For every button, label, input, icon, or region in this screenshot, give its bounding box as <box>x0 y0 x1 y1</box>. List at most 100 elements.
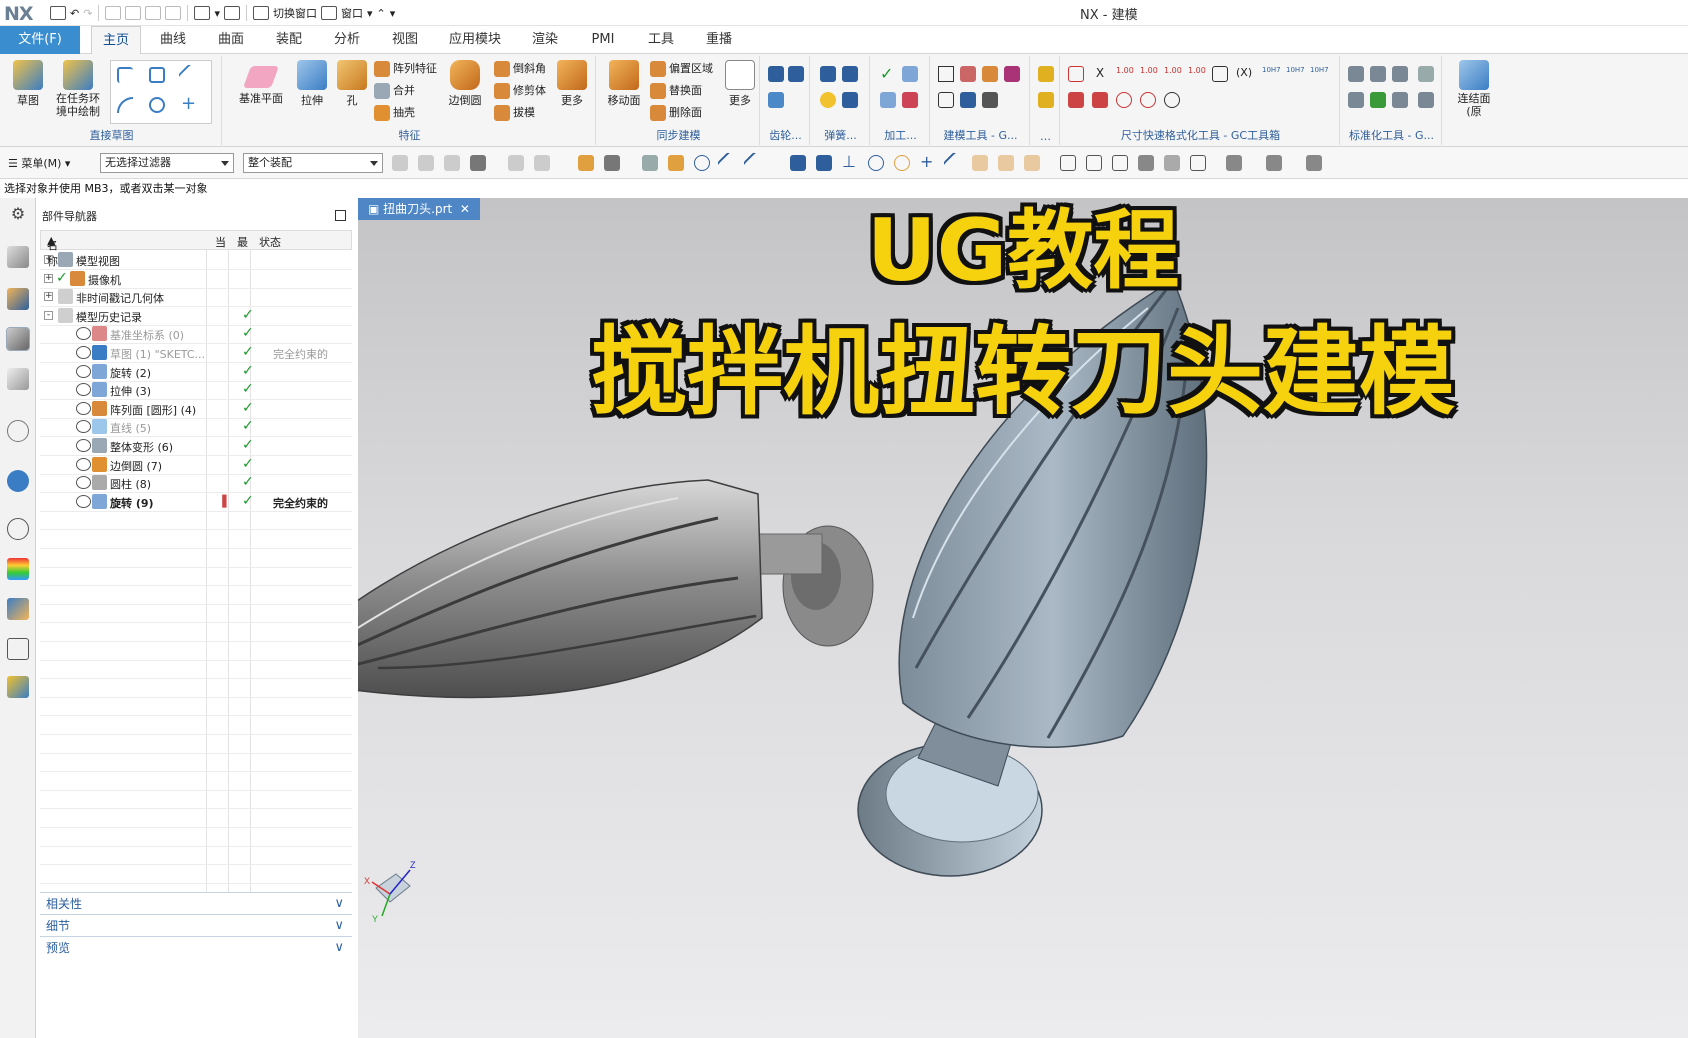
tab-application[interactable]: 应用模块 <box>440 26 510 54</box>
snap-icon[interactable] <box>894 155 910 171</box>
collapse-icon[interactable]: - <box>44 310 53 320</box>
redo-icon[interactable]: ↷ <box>83 7 92 20</box>
snap-icon[interactable] <box>694 155 710 171</box>
collapse-icon[interactable]: ⌃ <box>377 7 386 20</box>
diameter-icon[interactable] <box>1140 92 1156 108</box>
paren-x-icon[interactable]: (X) <box>1236 66 1252 82</box>
tree-row[interactable]: 草图 (1) "SKETC... ✓ 完全约束的 <box>40 343 352 363</box>
triangle-icon[interactable] <box>938 66 954 82</box>
undo-icon[interactable]: ↶ <box>70 7 79 20</box>
tab-replay[interactable]: 重播 <box>696 26 742 54</box>
switch-window-icon[interactable] <box>252 6 269 20</box>
close-icon[interactable]: X <box>1092 66 1108 82</box>
std-tool-icon[interactable] <box>1392 92 1408 108</box>
check-icon[interactable]: ✓ <box>56 270 68 286</box>
datum-plane-button[interactable]: 基准平面 <box>234 60 288 106</box>
tree-row[interactable]: 直线 (5) ✓ <box>40 417 352 438</box>
system-materials-icon[interactable] <box>7 558 29 580</box>
customize-icon[interactable]: ▾ <box>390 7 396 20</box>
hole-button[interactable]: 孔 <box>334 60 370 108</box>
view-icon[interactable] <box>1190 155 1206 171</box>
maximize-icon[interactable] <box>335 210 346 221</box>
snap-icon[interactable] <box>668 155 684 171</box>
snap-icon[interactable] <box>942 151 966 175</box>
gear-tool-icon[interactable] <box>768 92 784 108</box>
std-tool-icon[interactable] <box>1418 66 1434 82</box>
column-latest[interactable]: 最 <box>237 234 248 250</box>
tool-icon[interactable] <box>982 66 998 82</box>
gear-tool-icon[interactable] <box>788 66 804 82</box>
fit-icon[interactable]: 10H7 <box>1310 66 1329 82</box>
snap-icon[interactable]: ⊥ <box>842 154 858 171</box>
shell-button[interactable]: 抽壳 <box>374 104 415 121</box>
machining-icon[interactable] <box>902 92 918 108</box>
view-icon[interactable] <box>1138 155 1154 171</box>
select-icon[interactable] <box>604 155 620 171</box>
std-tool-icon[interactable] <box>1392 66 1408 82</box>
grey-blade-model[interactable] <box>358 479 874 699</box>
visibility-eye-icon[interactable] <box>76 420 91 434</box>
visibility-eye-icon[interactable] <box>76 346 91 359</box>
select-icon[interactable] <box>508 155 524 171</box>
std-tool-icon[interactable] <box>1370 66 1386 82</box>
expand-icon[interactable]: + <box>44 292 53 302</box>
diameter-icon[interactable] <box>1116 92 1132 108</box>
draft-button[interactable]: 拔模 <box>494 104 535 121</box>
paste-icon[interactable] <box>145 6 162 20</box>
view-icon[interactable] <box>1306 155 1322 171</box>
tree-row[interactable]: - 模型历史记录 ✓ <box>40 306 352 326</box>
sketch-in-task-button[interactable]: 在任务环 境中绘制 <box>50 60 106 118</box>
refresh-icon[interactable] <box>1164 92 1180 108</box>
tool-icon[interactable] <box>938 92 954 108</box>
tree-row[interactable]: 旋转 (2) ✓ <box>40 362 352 382</box>
window-icon[interactable] <box>320 6 337 20</box>
std-tool-icon[interactable] <box>1348 92 1364 108</box>
feature-more-button[interactable]: 更多 <box>554 60 590 108</box>
visibility-eye-icon[interactable] <box>76 476 91 490</box>
visibility-eye-icon[interactable] <box>76 327 91 341</box>
sync-more-button[interactable]: 更多 <box>724 60 756 108</box>
tree-row[interactable]: 基准坐标系 (0) ✓ <box>40 324 352 345</box>
spring-icon[interactable] <box>820 66 836 82</box>
delete-face-button[interactable]: 删除面 <box>650 104 702 121</box>
select-icon[interactable] <box>392 155 408 171</box>
select-icon[interactable] <box>578 155 594 171</box>
profile-icon[interactable] <box>117 67 133 83</box>
tab-render[interactable]: 渲染 <box>522 26 568 54</box>
arc-icon[interactable] <box>117 97 133 113</box>
tree-row[interactable]: 边倒圆 (7) ✓ <box>40 455 352 475</box>
tree-row[interactable]: 整体变形 (6) ✓ <box>40 436 352 456</box>
gear-tool-icon[interactable] <box>768 66 784 82</box>
copy-icon[interactable] <box>125 6 142 20</box>
hd3d-icon[interactable] <box>7 420 29 442</box>
snap-icon[interactable] <box>816 155 832 171</box>
view-icon[interactable] <box>1266 155 1282 171</box>
selection-scope-combo[interactable]: 整个装配 <box>243 153 383 173</box>
trim-body-button[interactable]: 修剪体 <box>494 82 546 99</box>
tolerance-icon[interactable]: 1.00 <box>1116 66 1134 82</box>
tool-icon[interactable] <box>1038 92 1054 108</box>
assembly-navigator-icon[interactable] <box>7 246 29 268</box>
tool-icon[interactable] <box>960 66 976 82</box>
tab-surface[interactable]: 曲面 <box>208 26 254 54</box>
visibility-eye-icon[interactable] <box>76 364 91 378</box>
tab-curve[interactable]: 曲线 <box>150 26 196 54</box>
tool-icon[interactable] <box>982 92 998 108</box>
role-icon[interactable] <box>7 676 29 698</box>
dimension-icon[interactable] <box>1068 66 1084 82</box>
expand-icon[interactable]: + <box>44 255 53 264</box>
unite-button[interactable]: 合并 <box>374 82 415 99</box>
tab-view[interactable]: 视图 <box>382 26 428 54</box>
snap-icon[interactable] <box>642 155 658 171</box>
tab-analysis[interactable]: 分析 <box>324 26 370 54</box>
select-icon[interactable] <box>470 155 486 171</box>
cut-icon[interactable] <box>105 6 122 20</box>
select-icon[interactable] <box>444 155 460 171</box>
panel-dependencies[interactable]: 相关性 ∨ <box>40 892 352 914</box>
point-icon[interactable]: + <box>181 95 197 113</box>
snap-icon[interactable] <box>716 151 740 175</box>
fit-icon[interactable]: 10H7 <box>1262 66 1281 82</box>
tab-file[interactable]: 文件(F) <box>0 26 80 54</box>
manufacturing-wizard-icon[interactable] <box>7 638 29 660</box>
std-tool-icon[interactable] <box>1370 92 1386 108</box>
